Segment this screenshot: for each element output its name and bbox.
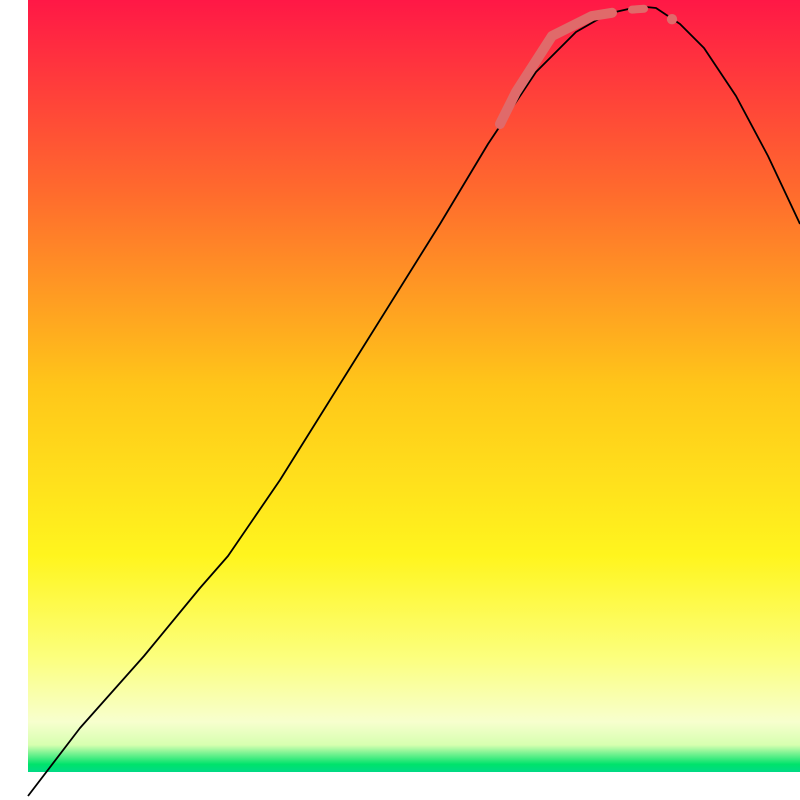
point-highlight-dot bbox=[667, 14, 677, 24]
chart-canvas bbox=[0, 0, 800, 800]
series-highlight-dash bbox=[632, 9, 644, 10]
points-layer bbox=[667, 14, 677, 24]
bottleneck-chart: TheBottleneck.com bbox=[0, 0, 800, 800]
